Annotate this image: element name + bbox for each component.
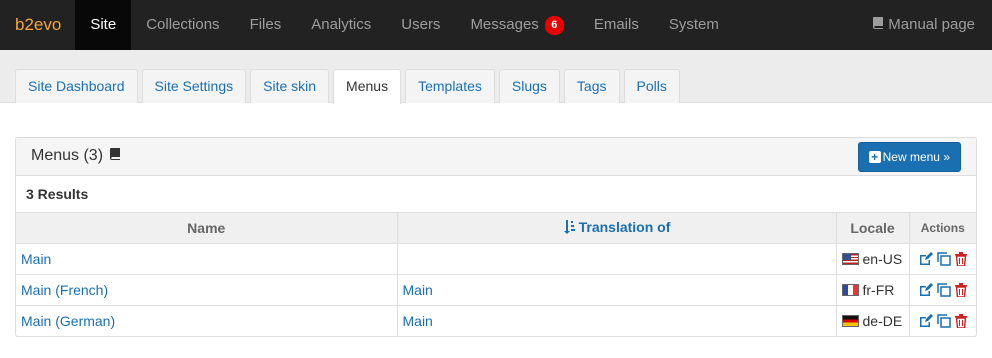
tab-site-settings[interactable]: Site Settings	[141, 69, 247, 103]
translation-of-link[interactable]: Main	[403, 313, 433, 329]
locale-cell: de-DE	[841, 313, 904, 329]
manual-page-label: Manual page	[888, 16, 975, 33]
tab-menus[interactable]: Menus	[333, 69, 402, 104]
panel-title: Menus (3)	[31, 147, 121, 165]
nav-item-collections[interactable]: Collections	[131, 0, 234, 50]
delete-icon[interactable]	[954, 252, 967, 266]
tab-site-dashboard[interactable]: Site Dashboard	[15, 69, 138, 103]
edit-icon[interactable]	[919, 314, 933, 328]
duplicate-icon[interactable]	[937, 283, 951, 297]
nav-item-emails[interactable]: Emails	[579, 0, 654, 50]
panel-title-text: Menus (3)	[31, 147, 104, 164]
column-header-name[interactable]: Name	[16, 212, 398, 244]
tab-site-skin[interactable]: Site skin	[250, 69, 330, 103]
locale-code: en-US	[862, 251, 903, 267]
menu-name-link[interactable]: Main (French)	[21, 282, 108, 298]
nav-item-system[interactable]: System	[654, 0, 734, 50]
edit-icon[interactable]	[919, 252, 933, 266]
table-row: Main (French) Main fr-FR	[16, 274, 976, 306]
panel-header: Menus (3) + New menu »	[16, 138, 976, 176]
tab-slugs[interactable]: Slugs	[498, 69, 560, 103]
nav-item-analytics[interactable]: Analytics	[296, 0, 386, 50]
locale-code: fr-FR	[862, 282, 895, 298]
tab-tags[interactable]: Tags	[563, 69, 620, 103]
nav-item-messages[interactable]: Messages 6	[455, 0, 578, 50]
menus-panel: Menus (3) + New menu » 3 Results Name Tr…	[15, 137, 977, 337]
unread-count-badge: 6	[544, 15, 564, 35]
manual-page-link[interactable]: Manual page	[872, 0, 975, 50]
column-header-translation-label: Translation of	[578, 219, 671, 235]
table-header-row: Name Translation of Locale Actions	[16, 212, 976, 244]
table-row: Main en-US	[16, 243, 976, 275]
results-count: 3 Results	[26, 186, 89, 202]
manual-book-icon[interactable]	[109, 147, 121, 165]
nav-item-users[interactable]: Users	[386, 0, 455, 50]
new-menu-label: New menu »	[882, 150, 950, 164]
menu-name-link[interactable]: Main (German)	[21, 313, 115, 329]
delete-icon[interactable]	[954, 283, 967, 297]
duplicate-icon[interactable]	[937, 314, 951, 328]
fr-flag-icon	[841, 284, 859, 296]
tab-polls[interactable]: Polls	[623, 69, 680, 103]
delete-icon[interactable]	[954, 314, 967, 328]
column-header-actions: Actions	[908, 212, 976, 244]
plus-icon: +	[868, 151, 881, 163]
locale-code: de-DE	[862, 313, 903, 329]
top-navbar: b2evo Site Collections Files Analytics U…	[0, 0, 992, 50]
locale-cell: en-US	[841, 251, 904, 267]
translation-of-link[interactable]: Main	[403, 282, 433, 298]
sort-ascending-icon	[563, 220, 575, 237]
us-flag-icon	[841, 253, 859, 265]
duplicate-icon[interactable]	[937, 252, 951, 266]
de-flag-icon	[841, 315, 859, 327]
column-header-locale[interactable]: Locale	[835, 212, 910, 244]
nav-item-site[interactable]: Site	[75, 0, 132, 50]
column-header-translation[interactable]: Translation of	[396, 212, 837, 244]
subnav-tab-bar: Site Dashboard Site Settings Site skin M…	[0, 50, 992, 104]
new-menu-button[interactable]: + New menu »	[857, 142, 961, 172]
nav-item-messages-label: Messages	[470, 16, 539, 33]
locale-cell: fr-FR	[841, 282, 904, 298]
menus-table: Name Translation of Locale Actions Main …	[16, 212, 976, 337]
book-icon	[872, 0, 884, 50]
tab-templates[interactable]: Templates	[405, 69, 495, 103]
menu-name-link[interactable]: Main	[21, 251, 51, 267]
brand-logo[interactable]: b2evo	[0, 0, 75, 50]
table-row: Main (German) Main de-DE	[16, 305, 976, 337]
nav-item-files[interactable]: Files	[235, 0, 297, 50]
edit-icon[interactable]	[919, 283, 933, 297]
